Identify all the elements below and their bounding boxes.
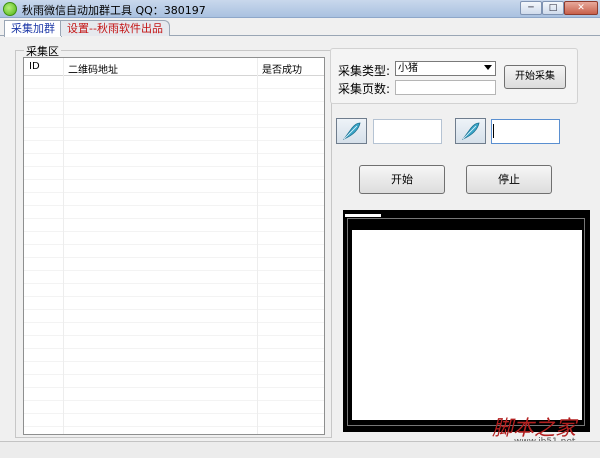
chevron-down-icon[interactable] <box>484 65 492 70</box>
window-title: 秋雨微信自动加群工具 QQ：380197 <box>22 4 206 17</box>
qr-list-view[interactable]: ID 二维码地址 是否成功 <box>23 57 325 435</box>
status-bar <box>0 441 600 458</box>
column-header-qr-url[interactable]: 二维码地址 <box>68 61 118 76</box>
list-header: ID 二维码地址 是否成功 <box>24 58 324 76</box>
collect-pages-input[interactable] <box>395 80 496 95</box>
tab-collect-join-group[interactable]: 采集加群 <box>4 20 62 37</box>
column-header-success[interactable]: 是否成功 <box>262 61 302 76</box>
feather-button-2[interactable] <box>455 118 486 144</box>
column-divider <box>257 58 258 434</box>
qr-image-area <box>352 230 582 420</box>
text-input-1[interactable] <box>373 119 442 144</box>
collect-type-select[interactable]: 小猪 <box>395 61 496 76</box>
minimize-button[interactable]: ─ <box>520 1 542 15</box>
start-collect-button[interactable]: 开始采集 <box>504 65 566 89</box>
collect-type-label: 采集类型: <box>338 64 391 78</box>
wechat-icon <box>3 2 17 16</box>
close-button[interactable]: ✕ <box>564 1 598 15</box>
text-input-2[interactable] <box>491 119 560 144</box>
tab-settings[interactable]: 设置--秋雨软件出品 <box>60 20 170 36</box>
list-rows <box>24 76 324 434</box>
text-caret <box>493 124 494 138</box>
start-button[interactable]: 开始 <box>359 165 445 194</box>
qr-frame-highlight <box>345 214 381 217</box>
collect-pages-label: 采集页数: <box>338 82 391 96</box>
column-header-id[interactable]: ID <box>29 61 40 72</box>
column-divider <box>63 58 64 434</box>
feather-icon <box>343 122 361 140</box>
feather-icon <box>462 122 480 140</box>
stop-button[interactable]: 停止 <box>466 165 552 194</box>
maximize-button[interactable]: □ <box>542 1 564 15</box>
feather-button-1[interactable] <box>336 118 367 144</box>
